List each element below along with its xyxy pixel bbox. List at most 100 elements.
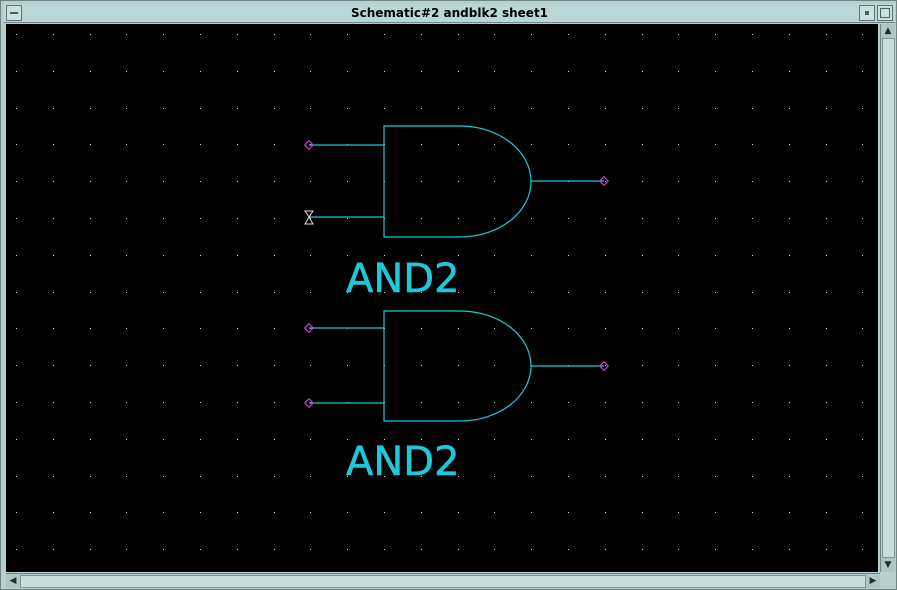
grid-dot [16, 34, 17, 35]
vertical-scrollbar[interactable]: ▲ ▼ [880, 24, 895, 572]
grid-dot [200, 108, 201, 109]
grid-dot [752, 402, 753, 403]
grid-dot [752, 549, 753, 550]
grid-dot [862, 71, 863, 72]
grid-dot [126, 218, 127, 219]
grid-dot [274, 71, 275, 72]
grid-dot [715, 144, 716, 145]
and-gate-1[interactable]: AND2 [303, 125, 610, 302]
grid-dot [826, 365, 827, 366]
grid-dot [789, 402, 790, 403]
grid-dot [678, 439, 679, 440]
maximize-icon[interactable] [877, 5, 893, 21]
grid-dot [90, 512, 91, 513]
grid-dot [642, 71, 643, 72]
vertical-scroll-thumb[interactable] [882, 38, 895, 558]
grid-dot [274, 34, 275, 35]
grid-dot [200, 328, 201, 329]
grid-dot [826, 34, 827, 35]
grid-dot [789, 549, 790, 550]
grid-dot [126, 512, 127, 513]
grid-dot [200, 549, 201, 550]
grid-dot [605, 365, 606, 366]
grid-dot [274, 439, 275, 440]
grid-dot [494, 255, 495, 256]
grid-dot [274, 144, 275, 145]
grid-dot [384, 71, 385, 72]
grid-dot [494, 402, 495, 403]
grid-dot [347, 549, 348, 550]
grid-dot [568, 476, 569, 477]
grid-dot [458, 34, 459, 35]
minimize-icon[interactable] [859, 5, 875, 21]
arrow-up-icon[interactable]: ▲ [881, 24, 895, 38]
grid-dot [458, 365, 459, 366]
grid-dot [531, 218, 532, 219]
schematic-canvas[interactable]: AND2 AND2 [6, 24, 878, 572]
grid-dot [458, 218, 459, 219]
grid-dot [494, 292, 495, 293]
and-gate-2-body[interactable] [383, 310, 532, 422]
grid-dot [90, 218, 91, 219]
grid-dot [274, 292, 275, 293]
grid-dot [200, 292, 201, 293]
grid-dot [163, 255, 164, 256]
grid-dot [605, 439, 606, 440]
grid-dot [163, 71, 164, 72]
grid-dot [862, 439, 863, 440]
grid-dot [126, 144, 127, 145]
grid-dot [421, 71, 422, 72]
grid-dot [163, 439, 164, 440]
grid-dot [678, 108, 679, 109]
and-gate-2[interactable]: AND2 [303, 310, 610, 485]
horizontal-scroll-thumb[interactable] [20, 575, 866, 588]
grid-dot [163, 34, 164, 35]
grid-dot [678, 512, 679, 513]
grid-dot [752, 439, 753, 440]
grid-dot [90, 181, 91, 182]
grid-dot [862, 144, 863, 145]
grid-dot [200, 255, 201, 256]
grid-dot [310, 181, 311, 182]
grid-dot [53, 476, 54, 477]
grid-dot [862, 512, 863, 513]
grid-dot [715, 402, 716, 403]
and-gate-1-label: AND2 [346, 256, 460, 302]
grid-dot [531, 255, 532, 256]
and-gate-1-body[interactable] [383, 125, 532, 238]
grid-dot [494, 71, 495, 72]
grid-dot [384, 108, 385, 109]
grid-dot [200, 365, 201, 366]
horizontal-scrollbar[interactable]: ◀ ▶ [6, 573, 880, 588]
grid-dot [347, 34, 348, 35]
grid-dot [752, 108, 753, 109]
grid-dot [53, 34, 54, 35]
grid-dot [421, 402, 422, 403]
grid-dot [752, 181, 753, 182]
grid-dot [678, 292, 679, 293]
title-bar[interactable]: Schematic#2 andblk2 sheet1 [4, 4, 895, 23]
grid-dot [90, 402, 91, 403]
schematic-drawing[interactable]: AND2 AND2 [6, 24, 878, 572]
and-gate-2-label: AND2 [346, 439, 460, 485]
grid-dot [458, 549, 459, 550]
grid-dot [789, 439, 790, 440]
arrow-down-icon[interactable]: ▼ [881, 558, 895, 572]
arrow-left-icon[interactable]: ◀ [6, 574, 20, 588]
grid-dot [53, 328, 54, 329]
grid-dot [642, 181, 643, 182]
arrow-right-icon[interactable]: ▶ [866, 574, 880, 588]
grid-dot [642, 108, 643, 109]
grid-dot [826, 549, 827, 550]
grid-dot [605, 218, 606, 219]
grid-dot [53, 255, 54, 256]
grid-dot [605, 402, 606, 403]
grid-dot [90, 365, 91, 366]
grid-dot [163, 218, 164, 219]
grid-dot [642, 144, 643, 145]
grid-dot [90, 71, 91, 72]
grid-dot [90, 476, 91, 477]
grid-dot [826, 144, 827, 145]
grid-dot [126, 439, 127, 440]
grid-dot [200, 181, 201, 182]
